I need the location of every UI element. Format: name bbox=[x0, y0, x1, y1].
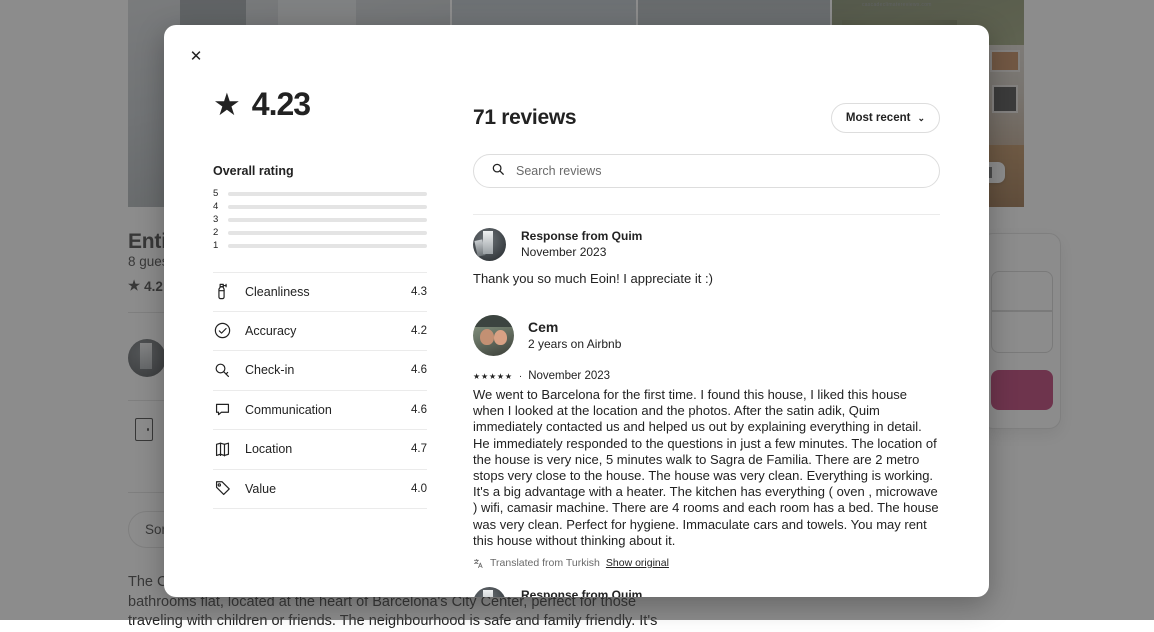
host-response-text: Thank you so much Eoin! I appreciate it … bbox=[473, 269, 940, 288]
review-date: November 2023 bbox=[528, 370, 610, 382]
review-author-name: Cem bbox=[528, 318, 621, 336]
show-original-link[interactable]: Show original bbox=[606, 557, 669, 569]
translated-from-label: Translated from Turkish bbox=[490, 557, 600, 569]
spray-bottle-icon bbox=[213, 282, 232, 301]
distribution-star-label: 5 bbox=[213, 189, 220, 199]
divider bbox=[473, 214, 940, 215]
translate-icon bbox=[473, 558, 484, 569]
sort-dropdown-label: Most recent bbox=[846, 112, 911, 124]
category-row-location: Location 4.7 bbox=[213, 430, 427, 470]
distribution-track bbox=[228, 218, 427, 222]
category-label: Cleanliness bbox=[245, 285, 398, 299]
check-circle-icon bbox=[213, 321, 232, 340]
host-response: Response from Quim November 2023 Thank y… bbox=[473, 587, 940, 597]
distribution-row: 4 bbox=[213, 200, 427, 213]
star-rating-icons: ★★★★★ bbox=[473, 372, 513, 381]
close-icon[interactable]: ✕ bbox=[180, 40, 212, 72]
key-icon bbox=[213, 361, 232, 380]
sort-dropdown[interactable]: Most recent ⌄ bbox=[831, 103, 940, 133]
distribution-track bbox=[228, 205, 427, 209]
review-author-block: Cem 2 years on Airbnb bbox=[473, 315, 940, 356]
search-input[interactable] bbox=[516, 164, 922, 178]
modal-body: ★ 4.23 Overall rating 5 4 3 2 bbox=[164, 73, 989, 597]
reviews-list[interactable]: Response from Quim November 2023 Thank y… bbox=[473, 228, 940, 597]
distribution-row: 5 bbox=[213, 187, 427, 200]
category-label: Location bbox=[245, 442, 398, 456]
review-author-meta: Cem 2 years on Airbnb bbox=[528, 318, 621, 353]
translation-note: Translated from Turkish Show original bbox=[473, 557, 940, 569]
reviews-modal: ✕ ★ 4.23 Overall rating 5 4 3 bbox=[164, 25, 989, 597]
distribution-star-label: 1 bbox=[213, 241, 220, 251]
avatar[interactable] bbox=[473, 228, 506, 261]
distribution-row: 3 bbox=[213, 213, 427, 226]
distribution-star-label: 3 bbox=[213, 215, 220, 225]
review-text: We went to Barcelona for the first time.… bbox=[473, 387, 940, 549]
category-value: 4.6 bbox=[411, 404, 427, 416]
avatar[interactable] bbox=[473, 587, 506, 597]
host-response-top: Response from Quim November 2023 Thank y… bbox=[473, 228, 940, 288]
category-ratings: Cleanliness 4.3 Accuracy 4.2 bbox=[213, 272, 427, 509]
overall-rating-label: Overall rating bbox=[213, 164, 427, 178]
distribution-track bbox=[228, 192, 427, 196]
avatar-decor bbox=[480, 329, 494, 345]
map-icon bbox=[213, 440, 232, 459]
avatar-decor bbox=[473, 315, 514, 327]
review-item: Cem 2 years on Airbnb ★★★★★ · November 2… bbox=[473, 315, 940, 597]
search-icon bbox=[491, 162, 505, 181]
category-value: 4.7 bbox=[411, 443, 427, 455]
category-value: 4.6 bbox=[411, 364, 427, 376]
category-row-value: Value 4.0 bbox=[213, 470, 427, 510]
reviews-panel: 71 reviews Most recent ⌄ bbox=[455, 73, 989, 597]
category-row-checkin: Check-in 4.6 bbox=[213, 351, 427, 391]
tag-icon bbox=[213, 479, 232, 498]
overall-score-value: 4.23 bbox=[252, 86, 310, 123]
distribution-star-label: 4 bbox=[213, 202, 220, 212]
star-icon: ★ bbox=[213, 89, 241, 120]
review-author-tenure: 2 years on Airbnb bbox=[528, 336, 621, 353]
distribution-row: 2 bbox=[213, 226, 427, 239]
category-value: 4.0 bbox=[411, 483, 427, 495]
host-response-name: Response from Quim bbox=[521, 228, 940, 244]
category-row-cleanliness: Cleanliness 4.3 bbox=[213, 272, 427, 312]
reviews-count: 71 reviews bbox=[473, 106, 576, 130]
search-reviews-box[interactable] bbox=[473, 154, 940, 188]
category-label: Value bbox=[245, 482, 398, 496]
review-meta: ★★★★★ · November 2023 bbox=[473, 370, 940, 382]
category-label: Check-in bbox=[245, 363, 398, 377]
separator-dot: · bbox=[519, 371, 522, 382]
chat-bubble-icon bbox=[213, 400, 232, 419]
category-label: Accuracy bbox=[245, 324, 398, 338]
reviews-header: 71 reviews Most recent ⌄ bbox=[473, 95, 940, 141]
rating-distribution: 5 4 3 2 1 bbox=[213, 187, 427, 252]
category-row-communication: Communication 4.6 bbox=[213, 391, 427, 431]
distribution-track bbox=[228, 244, 427, 248]
category-row-accuracy: Accuracy 4.2 bbox=[213, 312, 427, 352]
avatar-decor bbox=[494, 330, 507, 345]
avatar[interactable] bbox=[473, 315, 514, 356]
distribution-star-label: 2 bbox=[213, 228, 220, 238]
category-label: Communication bbox=[245, 403, 398, 417]
distribution-track bbox=[228, 231, 427, 235]
distribution-row: 1 bbox=[213, 239, 427, 252]
chevron-down-icon: ⌄ bbox=[917, 113, 925, 124]
category-value: 4.3 bbox=[411, 286, 427, 298]
rating-summary-panel: ★ 4.23 Overall rating 5 4 3 2 bbox=[164, 73, 455, 597]
overall-score: ★ 4.23 bbox=[213, 86, 427, 123]
host-response-name: Response from Quim bbox=[521, 587, 940, 597]
host-response-date: November 2023 bbox=[521, 244, 940, 260]
category-value: 4.2 bbox=[411, 325, 427, 337]
